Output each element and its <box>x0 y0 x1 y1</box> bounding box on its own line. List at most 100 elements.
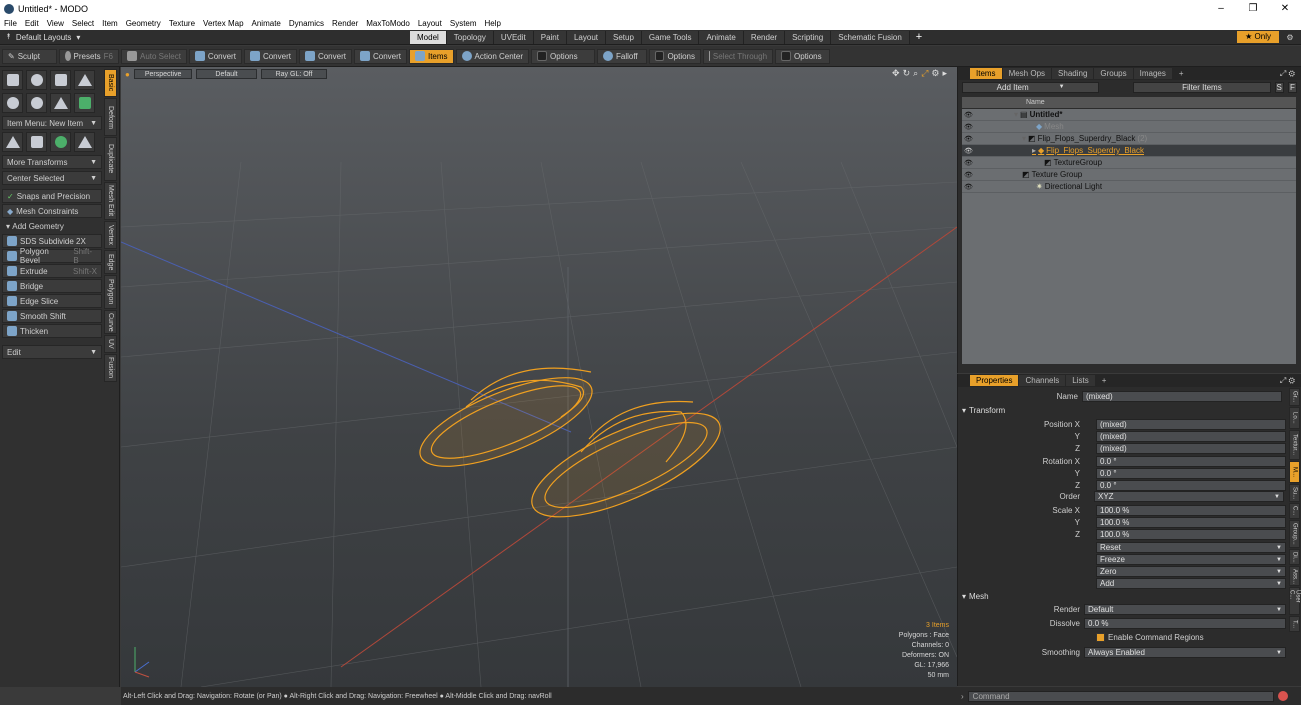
torus-tool[interactable] <box>2 93 23 113</box>
menu-select[interactable]: Select <box>68 19 98 28</box>
cylinder-tool[interactable] <box>50 70 71 90</box>
menu-view[interactable]: View <box>43 19 68 28</box>
vtab-polygon[interactable]: Polygon <box>104 275 117 309</box>
scale-tool[interactable] <box>50 132 71 152</box>
tab-uvedit[interactable]: UVEdit <box>493 30 534 44</box>
move-tool[interactable] <box>2 132 23 152</box>
polygon-bevel-button[interactable]: Polygon Bevel Shift-B <box>2 247 102 265</box>
vtab-texture[interactable]: Textur... <box>1289 430 1300 460</box>
position-y-field[interactable]: (mixed) <box>1096 431 1286 442</box>
vtab-locator[interactable]: Lo... <box>1289 407 1300 429</box>
menu-system[interactable]: System <box>446 19 481 28</box>
visibility-eye-icon[interactable]: 👁 <box>964 159 974 167</box>
filter-items-input[interactable]: Filter Items <box>1133 81 1271 93</box>
vtab-edge[interactable]: Edge <box>104 250 117 274</box>
tab-render[interactable]: Render <box>743 30 786 44</box>
tab-scripting[interactable]: Scripting <box>785 30 832 44</box>
scale-y-field[interactable]: 100.0 % <box>1096 517 1286 528</box>
tab-game-tools[interactable]: Game Tools <box>641 30 700 44</box>
falloff-button[interactable]: Falloff <box>597 48 648 64</box>
capsule-tool[interactable] <box>26 93 47 113</box>
item-menu-dropdown[interactable]: Item Menu: New Item ▼ <box>2 116 102 130</box>
name-column[interactable]: Name <box>1026 99 1045 106</box>
enable-command-regions-checkbox[interactable]: Enable Command Regions <box>1096 633 1204 642</box>
visibility-eye-icon[interactable]: 👁 <box>964 147 974 155</box>
tab-properties[interactable]: Properties <box>970 375 1019 386</box>
vtab-mesh-edit[interactable]: Mesh Edit <box>104 182 117 220</box>
transform-tool[interactable] <box>74 132 95 152</box>
edit-dropdown[interactable]: Edit ▼ <box>2 345 102 359</box>
tab-channels[interactable]: Channels <box>1019 375 1066 386</box>
vtab-curve[interactable]: Curve <box>104 310 117 334</box>
vtab-vertex[interactable]: Vertex <box>104 221 117 249</box>
menu-file[interactable]: File <box>0 19 21 28</box>
visibility-eye-icon[interactable]: 👁 <box>964 111 974 119</box>
convert-edges-button[interactable]: Convert <box>243 48 297 64</box>
tab-topology[interactable]: Topology <box>446 30 494 44</box>
smooth-shift-button[interactable]: Smooth Shift <box>2 309 102 323</box>
panel-options-icon[interactable]: ⤢ ⚙ <box>1280 376 1301 386</box>
tab-setup[interactable]: Setup <box>606 30 642 44</box>
vtab-user-channels[interactable]: User C... <box>1289 587 1301 615</box>
view-perspective-dropdown[interactable]: Perspective <box>133 69 193 79</box>
vtab-display[interactable]: Di... <box>1289 549 1300 565</box>
menu-vertex-map[interactable]: Vertex Map <box>199 19 247 28</box>
rotation-x-field[interactable]: 0.0 ° <box>1096 456 1286 467</box>
menu-animate[interactable]: Animate <box>248 19 285 28</box>
vtab-surface[interactable]: Su... <box>1289 484 1300 502</box>
tab-model[interactable]: Model <box>410 30 447 44</box>
3d-viewport[interactable]: ● Perspective Default Ray GL: Off ✥ ↻ ⌕ … <box>121 67 957 687</box>
vtab-deform[interactable]: Deform <box>104 98 117 136</box>
expand-arrow-icon[interactable]: ▸ <box>1032 146 1036 155</box>
scale-z-field[interactable]: 100.0 % <box>1096 529 1286 540</box>
rotate-view-icon[interactable]: ↻ <box>903 68 911 79</box>
vtab-t[interactable]: T... <box>1289 616 1300 632</box>
items-mode-button[interactable]: Items <box>408 48 454 64</box>
plane-tool[interactable] <box>50 93 71 113</box>
f-toggle[interactable]: F <box>1287 81 1297 93</box>
bridge-button[interactable]: Bridge <box>2 279 102 293</box>
shading-style-dropdown[interactable]: Default <box>196 69 257 79</box>
add-layout-tab-button[interactable]: + <box>910 31 928 43</box>
tree-row-selected[interactable]: 👁 ▸ ◆ Flip_Flops_Superdry_Black <box>962 145 1296 157</box>
text-tool[interactable] <box>74 93 95 113</box>
more-transforms-dropdown[interactable]: More Transforms ▼ <box>2 155 102 169</box>
position-x-field[interactable]: (mixed) <box>1096 419 1286 430</box>
falloff-options-button[interactable]: Options <box>649 48 702 64</box>
mesh-constraints-button[interactable]: ◆ Mesh Constraints <box>2 204 102 218</box>
vtab-fusion[interactable]: Fusion <box>104 354 117 382</box>
gear-icon[interactable]: ⚙ <box>1283 33 1297 42</box>
command-input[interactable]: Command <box>967 690 1274 702</box>
vtab-basic[interactable]: Basic <box>104 69 117 97</box>
tab-items[interactable]: Items <box>970 68 1002 79</box>
visibility-eye-icon[interactable]: 👁 <box>964 135 974 143</box>
thicken-button[interactable]: Thicken <box>2 324 102 338</box>
tree-row[interactable]: 👁 ◆ Mesh <box>962 121 1296 133</box>
tab-layout[interactable]: Layout <box>566 30 606 44</box>
freeze-dropdown[interactable]: Freeze ▼ <box>1096 554 1286 565</box>
expand-arrow-icon[interactable]: ▾ <box>1022 134 1026 143</box>
sds-subdivide-button[interactable]: SDS Subdivide 2X <box>2 234 102 248</box>
s-toggle[interactable]: S <box>1274 81 1284 93</box>
only-toggle-button[interactable]: ★ Only <box>1237 31 1279 43</box>
auto-select-button[interactable]: Auto Select <box>121 48 187 64</box>
add-tab-button[interactable]: + <box>1173 68 1190 79</box>
tree-row[interactable]: 👁 ▾ ◩ Flip_Flops_Superdry_Black (2) <box>962 133 1296 145</box>
fit-icon[interactable]: ⤢ <box>921 68 928 79</box>
add-geometry-section[interactable]: ▾ Add Geometry <box>2 220 102 232</box>
scale-x-field[interactable]: 100.0 % <box>1096 505 1286 516</box>
tree-row[interactable]: 👁 ◩ TextureGroup <box>962 157 1296 169</box>
cone-tool[interactable] <box>74 70 95 90</box>
menu-layout[interactable]: Layout <box>414 19 446 28</box>
tab-mesh-ops[interactable]: Mesh Ops <box>1002 68 1052 79</box>
tab-schematic-fusion[interactable]: Schematic Fusion <box>831 30 910 44</box>
convert-vertices-button[interactable]: Convert <box>188 48 242 64</box>
transform-section[interactable]: ▾ Transform <box>962 405 1005 416</box>
tree-row[interactable]: 👁 ✷ Directional Light <box>962 181 1296 193</box>
select-through-options-button[interactable]: Options <box>775 48 831 64</box>
reset-dropdown[interactable]: Reset ▼ <box>1096 542 1286 553</box>
close-button[interactable]: ✕ <box>1269 3 1301 14</box>
menu-texture[interactable]: Texture <box>165 19 199 28</box>
tab-images[interactable]: Images <box>1133 68 1172 79</box>
panel-options-icon[interactable]: ⤢ ⚙ <box>1280 69 1301 79</box>
